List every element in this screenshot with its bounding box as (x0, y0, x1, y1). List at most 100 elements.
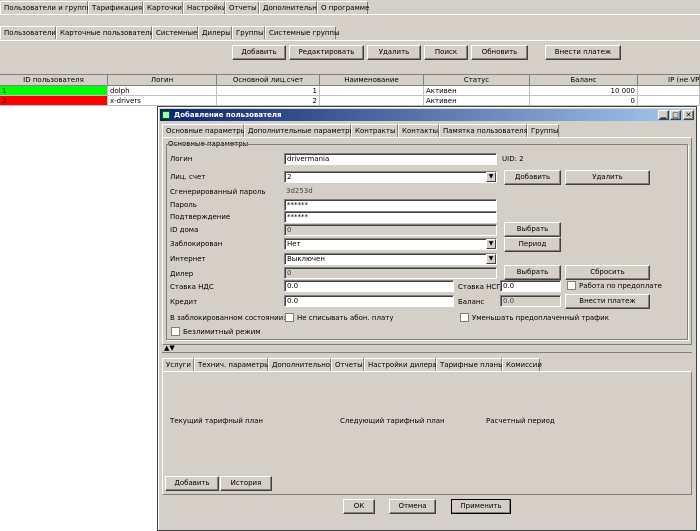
balance-label: Баланс (458, 298, 485, 306)
refresh-button[interactable]: Обновить (471, 45, 528, 60)
balance-value: 0.0 (500, 295, 561, 307)
gen-password-value: 3d253d (284, 186, 497, 198)
collapse-icon[interactable]: ▲▼ (164, 345, 175, 352)
col-status[interactable]: Статус (424, 75, 530, 86)
password-input[interactable]: ****** (284, 199, 497, 211)
splitter-handle[interactable]: ▲▼ (162, 345, 692, 353)
tab-about[interactable]: О программе (317, 1, 369, 14)
plan-history-button[interactable]: История (220, 476, 272, 491)
tab-reports[interactable]: Отчеты (225, 1, 259, 14)
search-button[interactable]: Поиск (424, 45, 468, 60)
tab-users-groups[interactable]: Пользователи и группы (0, 1, 92, 14)
tab-services[interactable]: Услуги (162, 358, 194, 371)
subtab-users[interactable]: Пользователи (0, 26, 56, 39)
tab-extra[interactable]: Дополнительно (268, 358, 331, 371)
login-input[interactable]: drivermania (284, 153, 497, 165)
tab-user-memo[interactable]: Памятка пользователя (439, 124, 528, 137)
col-name[interactable]: Наименование (320, 75, 424, 86)
add-payment-dialog-button[interactable]: Внести платеж (565, 294, 650, 309)
tab-basic-params[interactable]: Основные параметры (162, 124, 246, 137)
maximize-button[interactable]: □ (670, 110, 681, 120)
cell-ip (638, 96, 700, 106)
tab-contacts[interactable]: Контакты (398, 124, 439, 137)
add-button[interactable]: Добавить (232, 45, 286, 60)
dealer-value: 0 (284, 267, 497, 279)
credit-input[interactable]: 0.0 (284, 295, 454, 307)
reduce-traffic-checkbox[interactable] (460, 313, 469, 322)
col-id[interactable]: ID пользователя (0, 75, 108, 86)
cell-status: Активен (424, 96, 530, 106)
blocked-value: Нет (287, 240, 301, 248)
dialog-titlebar[interactable]: Добавление пользователя (160, 109, 694, 121)
subtab-system-groups[interactable]: Системные группы (265, 26, 340, 39)
dialog-title: Добавление пользователя (174, 111, 282, 119)
cell-id: 2 (0, 96, 108, 106)
subtab-groups[interactable]: Группы (232, 26, 265, 39)
reduce-traffic-label: Уменьшать предоплаченный трафик (472, 314, 609, 322)
prepay-label: Работа по предоплате (579, 282, 662, 290)
period-button[interactable]: Период (504, 237, 561, 252)
close-button[interactable]: ✕ (683, 110, 694, 120)
chevron-down-icon[interactable]: ▼ (486, 172, 496, 182)
tab-additional[interactable]: Дополнительно (259, 1, 321, 14)
cell-name (320, 86, 424, 96)
confirm-input[interactable]: ****** (284, 211, 497, 223)
confirm-label: Подтверждение (170, 213, 231, 221)
no-fee-checkbox[interactable] (285, 313, 294, 322)
add-payment-button[interactable]: Внести платеж (545, 45, 621, 60)
app-icon (162, 111, 170, 119)
vat-label: Ставка НДС (170, 283, 214, 291)
house-choose-button[interactable]: Выбрать (504, 222, 561, 237)
house-id-value: 0 (284, 224, 497, 236)
plan-add-button[interactable]: Добавить (165, 476, 219, 491)
cell-id: 1 (0, 86, 108, 96)
internet-select[interactable]: Выключен ▼ (284, 253, 497, 265)
blocked-state-label: В заблокированном состоянии: (170, 314, 286, 322)
main-tab-line (0, 14, 700, 15)
account-select[interactable]: 2 ▼ (284, 171, 497, 183)
chevron-down-icon[interactable]: ▼ (486, 239, 496, 249)
account-delete-button[interactable]: Удалить (565, 170, 650, 185)
cell-login: x-drivers (108, 96, 217, 106)
tab-settings[interactable]: Настройки (183, 1, 227, 14)
tab-tariffs[interactable]: Тарификация (88, 1, 143, 14)
col-balance[interactable]: Баланс (530, 75, 638, 86)
col-ip[interactable]: IP (не VPN) (638, 75, 700, 86)
edit-button[interactable]: Редактировать (289, 45, 364, 60)
dialog-tabbar: Основные параметры Дополнительные параме… (162, 124, 692, 137)
dealer-reset-button[interactable]: Сбросить (565, 265, 650, 280)
tab-groups[interactable]: Группы (527, 124, 559, 137)
delete-button[interactable]: Удалить (367, 45, 421, 60)
tab-cards[interactable]: Карточки (143, 1, 183, 14)
unlimited-checkbox[interactable] (171, 327, 180, 336)
subtab-card-users[interactable]: Карточные пользователи (56, 26, 154, 39)
cancel-button[interactable]: Отмена (389, 499, 436, 514)
dealer-choose-button[interactable]: Выбрать (504, 265, 561, 280)
chevron-down-icon[interactable]: ▼ (486, 254, 496, 264)
blocked-select[interactable]: Нет ▼ (284, 238, 497, 250)
subtab-dealers[interactable]: Дилеры (198, 26, 232, 39)
tab-contracts[interactable]: Контракты (351, 124, 398, 137)
tab-tariff-plans[interactable]: Тарифные планы (436, 358, 504, 371)
nsp-input[interactable]: 0.0 (500, 280, 561, 292)
cell-status: Активен (424, 86, 530, 96)
table-row[interactable]: 1 dolph 1 Активен 10 000 (0, 86, 700, 96)
tab-commissions[interactable]: Комиссии (502, 358, 542, 371)
subtab-system[interactable]: Системные (152, 26, 198, 39)
minimize-button[interactable]: ▁ (658, 110, 669, 120)
tab-additional-params[interactable]: Дополнительные параметры (244, 124, 355, 137)
cell-balance: 0 (530, 96, 638, 106)
ok-button[interactable]: ОК (343, 499, 375, 514)
tab-dealer-settings[interactable]: Настройки дилера (364, 358, 437, 371)
tab-lower-reports[interactable]: Отчеты (331, 358, 364, 371)
apply-button[interactable]: Применить (451, 499, 511, 514)
col-account[interactable]: Основной лиц.счет (217, 75, 320, 86)
col-login[interactable]: Логин (108, 75, 217, 86)
no-fee-label: Не списывать абон. плату (297, 314, 394, 322)
vat-input[interactable]: 0.0 (284, 280, 454, 292)
prepay-checkbox[interactable] (567, 281, 576, 290)
cell-name (320, 96, 424, 106)
table-row[interactable]: 2 x-drivers 2 Активен 0 (0, 96, 700, 106)
tab-tech-params[interactable]: Технич. параметры (194, 358, 270, 371)
account-add-button[interactable]: Добавить (504, 170, 561, 185)
